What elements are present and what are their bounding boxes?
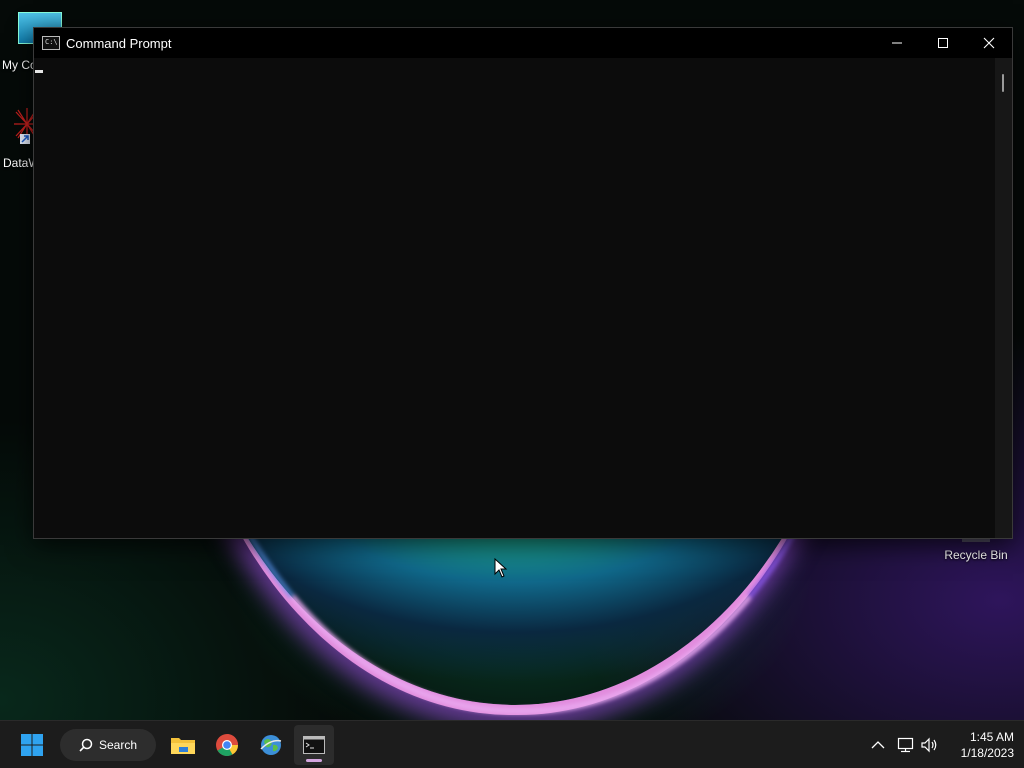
folder-icon xyxy=(171,738,195,754)
search-icon xyxy=(79,738,93,752)
taskbar: Search 1:45 AM 1/18/2023 xyxy=(0,720,1024,768)
maximize-button[interactable] xyxy=(920,28,966,58)
text-cursor xyxy=(35,70,43,73)
terminal-icon xyxy=(303,736,325,754)
network-icon xyxy=(897,737,914,753)
globe-app-button[interactable] xyxy=(251,725,291,765)
scrollbar-thumb[interactable] xyxy=(1002,74,1004,92)
desktop-icon-label: My Co xyxy=(2,58,37,72)
minimize-icon xyxy=(892,42,902,44)
active-app-indicator xyxy=(306,759,322,762)
speaker-icon xyxy=(921,737,937,753)
desktop-icon-label: Recycle Bin xyxy=(944,548,1008,562)
chevron-up-icon xyxy=(871,741,885,749)
window-titlebar[interactable]: C:\ Command Prompt xyxy=(34,28,1012,58)
minimize-button[interactable] xyxy=(874,28,920,58)
taskbar-clock[interactable]: 1:45 AM 1/18/2023 xyxy=(944,729,1014,761)
close-icon xyxy=(983,37,995,49)
cmd-icon: C:\ xyxy=(42,36,60,50)
file-explorer-button[interactable] xyxy=(163,725,203,765)
start-button[interactable] xyxy=(12,725,52,765)
windows-logo-icon xyxy=(21,734,43,756)
volume-button[interactable] xyxy=(919,721,941,768)
vertical-scrollbar[interactable] xyxy=(995,58,1012,538)
window-controls xyxy=(874,28,1012,58)
clock-time: 1:45 AM xyxy=(969,730,1014,744)
chrome-icon xyxy=(216,734,238,756)
chrome-button[interactable] xyxy=(207,725,247,765)
search-label: Search xyxy=(98,738,138,752)
globe-icon xyxy=(260,735,282,755)
maximize-icon xyxy=(938,38,948,48)
command-prompt-window[interactable]: C:\ Command Prompt xyxy=(33,27,1013,539)
search-button[interactable]: Search xyxy=(60,729,156,761)
mouse-pointer-icon xyxy=(494,557,508,583)
window-title: Command Prompt xyxy=(66,35,172,51)
cmd-icon-text: C:\ xyxy=(45,38,58,46)
clock-date: 1/18/2023 xyxy=(960,746,1014,760)
close-button[interactable] xyxy=(966,28,1012,58)
show-hidden-icons-button[interactable] xyxy=(868,721,888,768)
console-area[interactable] xyxy=(34,58,994,538)
network-button[interactable] xyxy=(895,721,917,768)
